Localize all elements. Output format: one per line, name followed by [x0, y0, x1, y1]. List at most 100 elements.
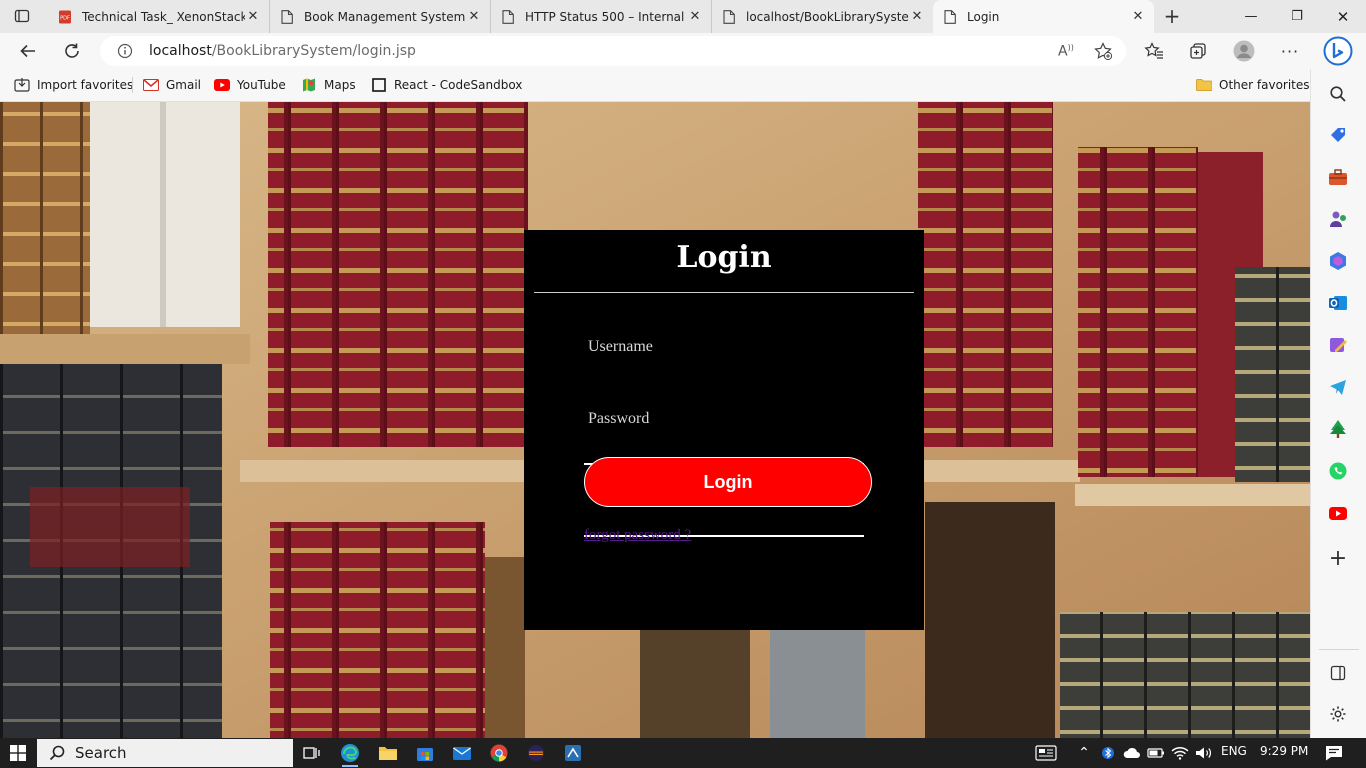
close-icon[interactable]: ✕ [687, 9, 703, 25]
page-icon [280, 9, 294, 24]
bluetooth-icon[interactable] [1096, 742, 1120, 764]
language-indicator[interactable]: ENG [1221, 744, 1247, 758]
task-view-icon[interactable] [300, 742, 324, 764]
url-text[interactable]: localhost/BookLibrarySystem/login.jsp [149, 43, 416, 59]
title-divider [534, 292, 914, 293]
edge-taskbar-icon[interactable] [338, 742, 362, 764]
profile-avatar[interactable] [1229, 36, 1259, 66]
username-input[interactable] [584, 331, 864, 363]
file-explorer-icon[interactable] [376, 742, 400, 764]
favorite-label: Import favorites [37, 78, 134, 92]
youtube-sidebar-icon[interactable] [1327, 502, 1349, 524]
maps-icon [301, 77, 317, 93]
outlook-icon[interactable] [1327, 292, 1349, 314]
new-tab-icon[interactable]: + [1160, 5, 1184, 27]
windows-taskbar: Search ⌃ ENG 9:29 PM [0, 738, 1366, 768]
taskbar-search-label: Search [75, 744, 127, 762]
tools-briefcase-icon[interactable] [1327, 166, 1349, 188]
send-telegram-icon[interactable] [1327, 376, 1349, 398]
close-icon[interactable]: ✕ [245, 9, 261, 25]
navigation-bar: localhost/BookLibrarySystem/login.jsp A)… [0, 33, 1366, 69]
active-app-underline [342, 765, 358, 767]
shopping-tag-icon[interactable] [1327, 124, 1349, 146]
forgot-password-link[interactable]: forgot password ? [584, 527, 691, 544]
add-sidebar-app-icon[interactable]: + [1327, 546, 1349, 571]
taskbar-search-box[interactable]: Search [37, 739, 293, 767]
other-favorites-label: Other favorites [1219, 78, 1310, 92]
url-path: /BookLibrarySystem/login.jsp [211, 43, 416, 59]
onedrive-cloud-icon[interactable] [1120, 742, 1144, 764]
network-tool-icon[interactable] [561, 742, 585, 764]
favorite-youtube[interactable]: YouTube [214, 75, 286, 95]
show-hidden-icons-icon[interactable]: ⌃ [1072, 742, 1096, 764]
tab-technical-task[interactable]: PDF Technical Task_ XenonStack.pdf ✕ [48, 0, 270, 33]
page-icon [722, 9, 736, 24]
favorite-gmail[interactable]: Gmail [143, 75, 201, 95]
close-icon[interactable]: ✕ [466, 9, 482, 25]
sidebar-divider [1319, 649, 1359, 650]
tree-icon[interactable] [1327, 418, 1349, 440]
favorite-label: YouTube [237, 78, 286, 92]
collections-icon[interactable] [1183, 36, 1213, 66]
minimize-icon[interactable]: — [1228, 0, 1274, 33]
import-icon [14, 77, 30, 93]
other-favorites[interactable]: Other favorites [1196, 75, 1310, 95]
favorite-import[interactable]: Import favorites [14, 75, 133, 95]
volume-icon[interactable] [1192, 742, 1216, 764]
read-aloud-icon[interactable]: A)) [1058, 43, 1074, 60]
favorite-maps[interactable]: Maps [301, 75, 356, 95]
gmail-icon [143, 77, 159, 93]
more-menu-icon[interactable]: ··· [1275, 36, 1305, 66]
folder-icon [1196, 77, 1212, 93]
codesandbox-icon [371, 77, 387, 93]
settings-gear-icon[interactable] [1327, 703, 1349, 725]
games-icon[interactable] [1327, 208, 1349, 230]
store-icon[interactable] [413, 742, 437, 764]
page-icon [943, 9, 957, 24]
edge-sidebar: + [1310, 69, 1366, 738]
favorite-label: Gmail [166, 78, 202, 92]
hide-sidebar-icon[interactable] [1327, 662, 1349, 684]
refresh-icon[interactable] [57, 36, 87, 66]
mail-icon[interactable] [450, 742, 474, 764]
notifications-icon[interactable] [1322, 742, 1346, 764]
tab-http-500[interactable]: HTTP Status 500 – Internal Server Error … [491, 0, 712, 33]
news-widget-icon[interactable] [1033, 742, 1059, 764]
favorites-icon[interactable] [1139, 36, 1169, 66]
search-icon[interactable] [1327, 83, 1349, 105]
whatsapp-icon[interactable] [1327, 460, 1349, 482]
tab-actions-icon[interactable] [14, 8, 30, 24]
svg-text:PDF: PDF [60, 15, 70, 21]
chrome-icon[interactable] [487, 742, 511, 764]
tab-login[interactable]: Login ✕ [933, 0, 1154, 33]
windows-start-icon[interactable] [6, 742, 30, 764]
password-field [584, 403, 864, 435]
bing-copilot-icon[interactable] [1322, 34, 1354, 68]
tab-book-management[interactable]: Book Management System ✕ [270, 0, 491, 33]
tab-booklibrary[interactable]: localhost/BookLibrarySystem/ ✕ [712, 0, 933, 33]
favorites-bar: Import favorites Gmail YouTube Maps Reac… [0, 69, 1310, 102]
tab-label: Login [967, 9, 1000, 24]
restore-icon[interactable]: ❐ [1274, 0, 1320, 33]
info-icon[interactable] [117, 43, 133, 62]
office-icon[interactable] [1327, 250, 1349, 272]
password-input[interactable] [584, 403, 864, 435]
add-favorite-icon[interactable] [1093, 41, 1113, 64]
back-icon[interactable] [13, 36, 43, 66]
close-icon[interactable]: ✕ [1130, 9, 1146, 25]
window-close-icon[interactable]: ✕ [1320, 0, 1366, 33]
login-button[interactable]: Login [584, 457, 872, 507]
eclipse-icon[interactable] [524, 742, 548, 764]
wifi-icon[interactable] [1168, 742, 1192, 764]
youtube-icon [214, 77, 230, 93]
designer-icon[interactable] [1327, 334, 1349, 356]
favorite-codesandbox[interactable]: React - CodeSandbox [371, 75, 522, 95]
battery-charging-icon[interactable] [1144, 742, 1168, 764]
tab-label: localhost/BookLibrarySystem/ [746, 9, 909, 24]
tab-strip: PDF Technical Task_ XenonStack.pdf ✕ Boo… [0, 0, 1366, 33]
address-bar[interactable]: localhost/BookLibrarySystem/login.jsp A)… [100, 36, 1126, 66]
tab-label: Technical Task_ XenonStack.pdf [82, 9, 245, 24]
clock-time[interactable]: 9:29 PM [1260, 744, 1308, 758]
login-title: Login [676, 240, 772, 275]
close-icon[interactable]: ✕ [909, 9, 925, 25]
